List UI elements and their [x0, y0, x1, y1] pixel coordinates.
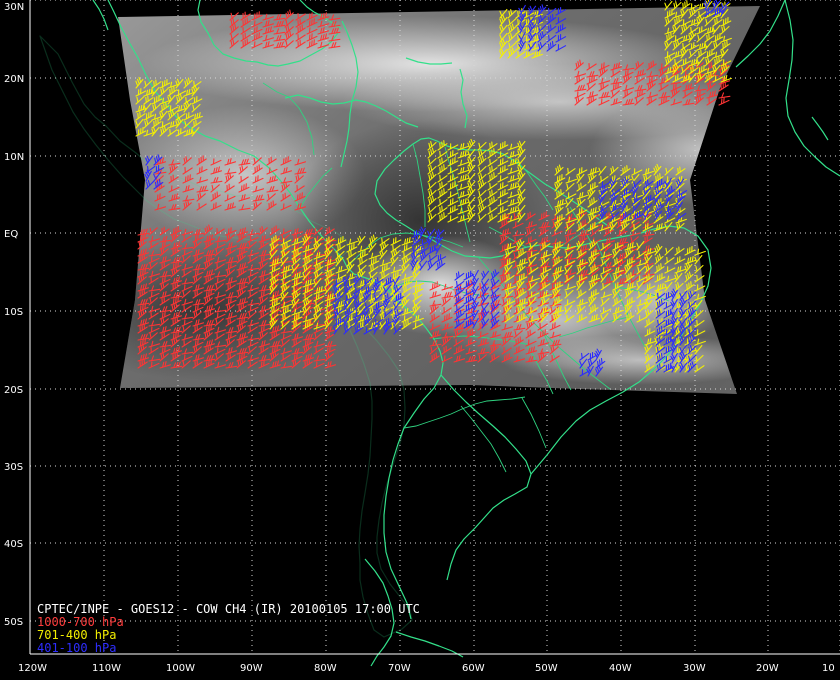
wind-barb-tick [706, 34, 708, 41]
wind-barb-tick [682, 2, 684, 9]
wind-barb-tick [326, 237, 328, 244]
wind-barb-tick [489, 150, 491, 157]
wind-barb-tick [722, 42, 724, 49]
wind-barb-tick [304, 258, 306, 265]
wind-barb-tick [161, 104, 163, 111]
wind-barb-tick [326, 272, 328, 279]
wind-barb-tick [589, 199, 591, 206]
wind-barb-tick [145, 96, 147, 103]
wind-barb-tick [177, 112, 179, 119]
wind-barb-tick [439, 182, 441, 189]
satellite-wind-map: 30N 20N 10N EQ 10S 20S 30S 40S 50S 120W 110W 100W 90… [0, 0, 840, 680]
wind-barb-tick [348, 251, 350, 258]
wind-barb-tick [567, 207, 569, 214]
wind-barb-tick [169, 88, 171, 95]
wind-barb-tick [489, 182, 491, 189]
wind-barb-tick [690, 66, 692, 73]
wind-barb-tick [517, 18, 519, 25]
wind-barb-tick [489, 142, 491, 149]
wind-barb-tick [293, 251, 295, 258]
wind-barb-tick [578, 183, 580, 190]
wind-barb-tick [193, 120, 195, 127]
wind-barb-tick [698, 10, 700, 17]
wind-barb-tick [271, 237, 273, 244]
wind-barb-tick [153, 80, 155, 87]
wind-barb-tick [282, 279, 284, 286]
wind-barb-tick [677, 167, 679, 174]
wind-barb-tick [633, 223, 635, 230]
wind-barb-tick [517, 26, 519, 33]
wind-barb-tick [666, 74, 668, 81]
wind-barb-tick [578, 223, 580, 230]
wind-barb-tick [169, 128, 171, 135]
wind-barb-tick [517, 10, 519, 17]
wind-barb-tick [439, 150, 441, 157]
wind-barb-tick [600, 175, 602, 182]
wind-barb-tick [271, 272, 273, 279]
wind-barb-tick [489, 214, 491, 221]
wind-barb-tick [439, 198, 441, 205]
wind-barb-tick [439, 214, 441, 221]
wind-barb-tick [489, 174, 491, 181]
wind-barb-tick [439, 158, 441, 165]
wind-barb-tick [690, 26, 692, 33]
wind-barb-tick [381, 237, 383, 244]
wind-barb-tick [714, 18, 716, 25]
wind-barb-tick [489, 158, 491, 165]
wind-barb-tick [137, 112, 139, 119]
wind-barb-tick [682, 42, 684, 49]
wind-barb-tick [359, 258, 361, 265]
wind-barb-tick [517, 42, 519, 49]
wind-barb-tick [517, 34, 519, 41]
wind-barb-tick [282, 244, 284, 251]
wind-barb-tick [489, 190, 491, 197]
wind-barb-tick [337, 279, 339, 286]
wind-barb-tick [439, 142, 441, 149]
wind-barb-tick [706, 74, 708, 81]
wind-barb-tick [439, 206, 441, 213]
wind-barb-tick [439, 166, 441, 173]
wind-barb-tick [185, 96, 187, 103]
map-canvas: 30N20N10NEQ10S20S30S40S50S120W 110W 100W 90… [0, 0, 840, 680]
wind-barb-tick [370, 265, 372, 272]
wind-barb-tick [556, 191, 558, 198]
wind-barb-tick [439, 174, 441, 181]
wind-barb-tick [674, 58, 676, 65]
wind-barb-tick [666, 34, 668, 41]
wind-barb-tick [517, 50, 519, 57]
wind-barb-tick [193, 80, 195, 87]
wind-barb-tick [439, 190, 441, 197]
wind-barb-tick [655, 175, 657, 182]
wind-barb-tick [381, 272, 383, 279]
wind-barb-tick [489, 206, 491, 213]
wind-barb-tick [714, 58, 716, 65]
wind-barb-tick [315, 265, 317, 272]
wind-barb-tick [153, 120, 155, 127]
wind-barb-tick [567, 167, 569, 174]
wind-barb-tick [674, 18, 676, 25]
wind-barb-tick [489, 166, 491, 173]
wind-barb-tick [337, 244, 339, 251]
wind-barb-tick [698, 50, 700, 57]
wind-barb-tick [489, 198, 491, 205]
wind-barb-tick [392, 244, 394, 251]
wind-barb-tick [293, 286, 295, 293]
wind-barb-tick [622, 167, 624, 174]
wind-barb-tick [403, 251, 405, 258]
